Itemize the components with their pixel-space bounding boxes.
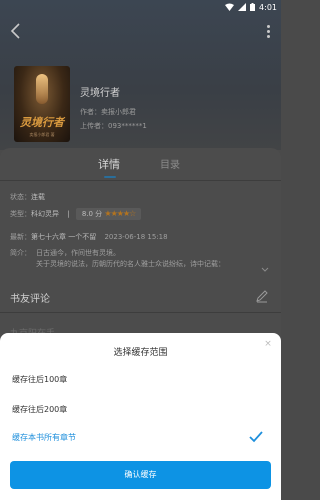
cover-subtitle: 卖报小郎君 著: [29, 132, 55, 137]
top-bar: [0, 18, 281, 44]
modal-title: 选择缓存范围: [113, 348, 168, 358]
battery-icon: [250, 3, 256, 11]
option-label: 缓存往后200章: [12, 405, 68, 414]
score-badge: 8.0 分 ★★★★☆: [75, 208, 142, 220]
intro-label: 简介：: [10, 249, 31, 257]
tab-bar: 详情 目录: [0, 156, 281, 180]
latest-label: 最新：: [10, 233, 31, 241]
option-cache-100[interactable]: 缓存往后100章: [12, 369, 269, 391]
checkmark-icon: [249, 430, 263, 444]
status-bar: 4:01: [0, 0, 281, 14]
book-header: 灵境行者 卖报小郎君 著 灵境行者 作者：卖报小郎君 上传者：093******…: [0, 0, 281, 150]
uploader-line: 上传者：093******1: [80, 122, 147, 130]
latest-chapter: 第七十六章 一个不留: [31, 233, 97, 241]
book-info: 灵境行者 作者：卖报小郎君 上传者：093******1: [80, 84, 147, 133]
type-separator: |: [67, 210, 70, 218]
book-cover[interactable]: 灵境行者 卖报小郎君 著: [14, 66, 70, 142]
clock-time: 4:01: [259, 2, 277, 12]
rating-stars: ★★★★☆: [104, 209, 136, 218]
divider: [0, 312, 281, 313]
option-label: 缓存本书所有章节: [12, 433, 76, 442]
status-label: 状态：: [10, 193, 31, 201]
type-value: 科幻灵异: [31, 210, 59, 218]
tab-details[interactable]: 详情: [98, 156, 120, 172]
wifi-icon: [225, 3, 235, 11]
status-value: 连载: [31, 193, 45, 201]
cache-range-modal: 选择缓存范围 × 缓存往后100章 缓存往后200章 缓存本书所有章节 确认缓存: [0, 333, 281, 500]
type-label: 类型：: [10, 210, 31, 218]
more-options-icon[interactable]: [265, 23, 271, 39]
option-cache-all[interactable]: 缓存本书所有章节: [12, 427, 269, 449]
signal-icon: [238, 3, 247, 11]
author-line: 作者：卖报小郎君: [80, 108, 136, 116]
write-comment-icon[interactable]: [255, 288, 269, 303]
comments-header: 书友评论: [10, 294, 50, 305]
status-row: 状态：连载: [10, 192, 45, 202]
book-title: 灵境行者: [80, 88, 120, 99]
divider: [0, 180, 281, 181]
type-row: 类型：科幻灵异 | 8.0 分 ★★★★☆: [10, 208, 142, 220]
tab-contents[interactable]: 目录: [160, 156, 180, 171]
back-icon[interactable]: [8, 20, 26, 42]
intro-text: 日古通今，作间世有灵境。 关于灵境的说法，历朝历代的名人雅士众说纷纭，诗中记载：: [36, 249, 225, 268]
latest-row[interactable]: 最新：第七十六章 一个不留 2023-06-18 15:18: [10, 232, 168, 242]
latest-date: 2023-06-18 15:18: [104, 233, 168, 241]
score-text: 8.0 分: [81, 210, 103, 218]
option-label: 缓存往后100章: [12, 375, 68, 384]
option-cache-200[interactable]: 缓存往后200章: [12, 399, 269, 421]
cover-title: 灵境行者: [20, 116, 64, 129]
close-icon[interactable]: ×: [263, 339, 273, 349]
cover-artwork: [36, 74, 48, 104]
expand-intro-icon[interactable]: [261, 266, 269, 274]
confirm-cache-button[interactable]: 确认缓存: [10, 461, 271, 489]
active-tab-indicator: [104, 176, 116, 178]
